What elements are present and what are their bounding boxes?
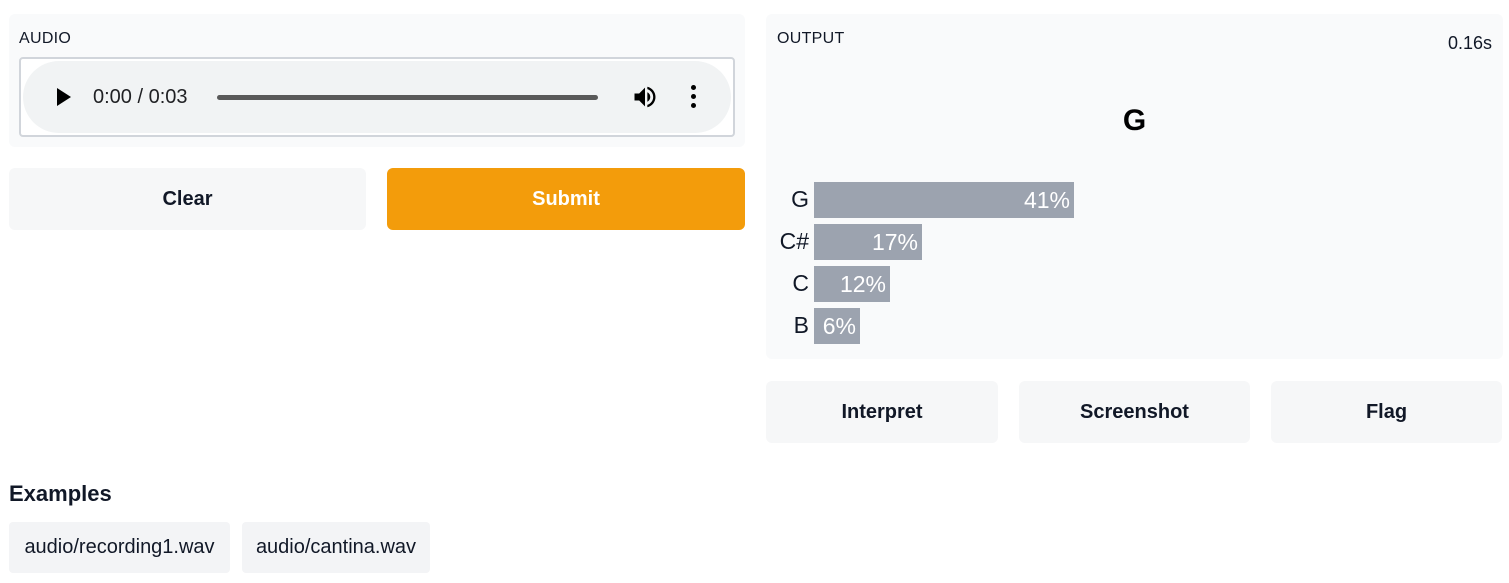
audio-seek-bar[interactable] [217,95,598,100]
confidence-label: G [791,186,809,212]
examples-title: Examples [9,481,112,506]
confidence-label: C# [779,228,809,254]
confidence-label: C [792,270,809,296]
confidence-bar: 6% [814,308,860,344]
confidence-label: B [793,312,809,338]
confidence-bar: 17% [814,224,922,260]
predicted-label: G [1122,104,1147,137]
timing-text: 0.16s [1447,33,1492,53]
submit-button[interactable]: Submit [387,168,745,230]
audio-time: 0:00 / 0:03 [93,86,188,108]
screenshot-button[interactable]: Screenshot [1019,381,1250,443]
more-options-icon[interactable] [687,83,699,111]
flag-button[interactable]: Flag [1271,381,1502,443]
output-label: OUTPUT [777,30,845,47]
example-item[interactable]: audio/cantina.wav [242,522,430,573]
confidence-bar: 12% [814,266,890,302]
confidence-bar: 41% [814,182,1074,218]
audio-input-panel: AUDIO 0:00 / 0:03 [9,14,745,147]
audio-player: 0:00 / 0:03 [23,61,731,133]
interpret-button[interactable]: Interpret [766,381,998,443]
output-panel: OUTPUT 0.16s G G 41% C# 17% C 12% B 6% [766,14,1503,359]
audio-player-frame: 0:00 / 0:03 [19,57,735,137]
clear-button[interactable]: Clear [9,168,366,230]
play-icon[interactable] [57,88,71,106]
volume-icon[interactable] [631,83,659,111]
example-item[interactable]: audio/recording1.wav [9,522,230,573]
audio-label: AUDIO [19,30,72,47]
